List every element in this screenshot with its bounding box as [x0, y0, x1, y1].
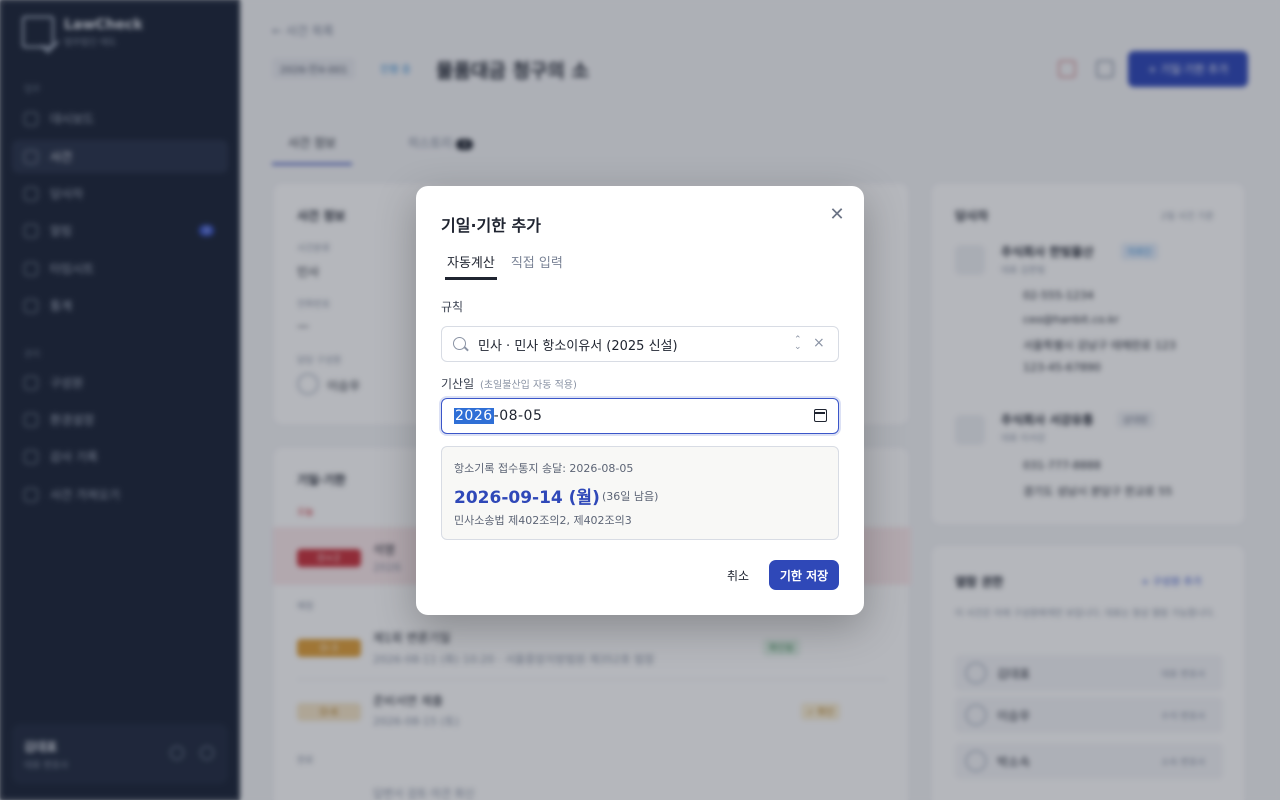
modal-title: 기일·기한 추가 — [441, 216, 541, 235]
close-icon[interactable]: ✕ — [828, 206, 846, 224]
result-law: 민사소송법 제402조의2, 제402조의3 — [454, 514, 632, 527]
rule-value: 민사 · 민사 항소이유서 (2025 신설) — [478, 338, 678, 354]
clear-icon[interactable]: × — [813, 335, 825, 351]
search-icon — [453, 337, 466, 350]
date-year-segment[interactable]: 2026 — [454, 408, 494, 424]
chevron-updown-icon: ⌃ ⌄ — [794, 335, 802, 352]
base-date-label: 기산일 (초일불산입 자동 적용) — [441, 377, 577, 391]
result-basis: 항소기록 접수통지 송달: 2026-08-05 — [454, 462, 634, 475]
base-date-input[interactable]: 2026 -08-05 — [441, 398, 839, 434]
cancel-button[interactable]: 취소 — [718, 560, 758, 590]
tab-auto-calc[interactable]: 자동계산 — [445, 252, 497, 280]
rule-select[interactable]: 민사 · 민사 항소이유서 (2025 신설) ⌃ ⌄ × — [441, 326, 839, 362]
result-remaining: (36일 남음) — [602, 490, 659, 503]
add-deadline-modal: 기일·기한 추가 ✕ 자동계산 직접 입력 규칙 민사 · 민사 항소이유서 (… — [416, 186, 864, 615]
tab-manual-input[interactable]: 직접 입력 — [511, 252, 563, 280]
base-date-hint: (초일불산입 자동 적용) — [479, 380, 577, 391]
modal-tabs: 자동계산 직접 입력 — [445, 252, 563, 280]
calendar-icon[interactable] — [814, 409, 827, 422]
result-date: 2026-09-14 (월) — [454, 488, 600, 508]
save-deadline-button[interactable]: 기한 저장 — [769, 560, 839, 590]
rule-label: 규칙 — [441, 300, 464, 314]
calc-result-box: 항소기록 접수통지 송달: 2026-08-05 2026-09-14 (월) … — [441, 446, 839, 540]
date-rest-segment[interactable]: -08-05 — [494, 408, 543, 424]
